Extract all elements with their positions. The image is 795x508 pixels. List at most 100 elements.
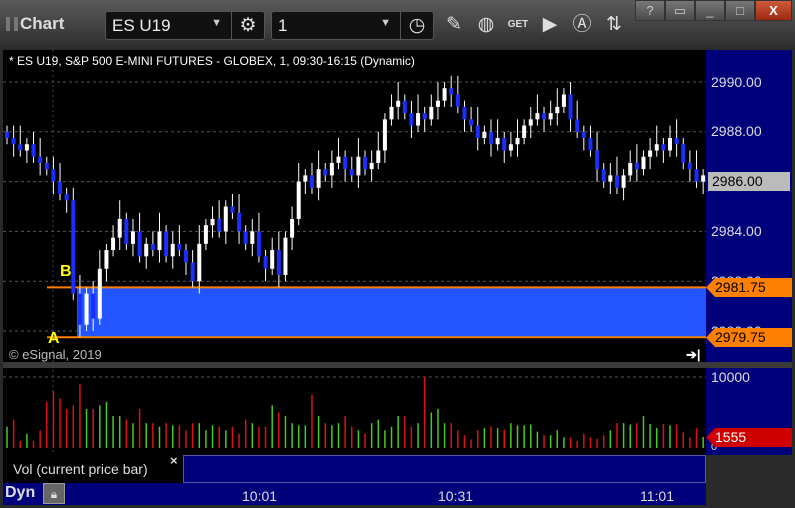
candle-body: [130, 231, 135, 244]
candle-body: [51, 169, 56, 182]
candle-body: [475, 125, 480, 139]
volume-label: 10000: [711, 369, 750, 385]
candle-body: [290, 218, 295, 238]
candle-body: [336, 156, 341, 163]
candle-body: [396, 100, 401, 107]
candle-body: [422, 113, 427, 120]
candle-body: [674, 138, 679, 145]
candle-body: [522, 125, 527, 139]
candle-body: [555, 106, 560, 114]
candle-body: [588, 138, 593, 151]
candle-body: [5, 131, 9, 139]
candle-body: [601, 169, 606, 182]
candle-body: [24, 144, 29, 151]
candle-body: [442, 88, 447, 101]
candle-body: [648, 150, 653, 157]
candle-body: [595, 150, 600, 170]
candle-body: [170, 243, 175, 257]
candle-body: [614, 175, 619, 188]
price-label: 2990.00: [711, 74, 762, 90]
marker-b: B: [60, 263, 72, 280]
candle-body: [58, 181, 63, 195]
candle-body: [621, 175, 626, 188]
candle-body: [237, 212, 242, 232]
time-label: 10:31: [438, 488, 474, 504]
candle-body: [508, 144, 513, 151]
candle-body: [694, 169, 699, 182]
candle-body: [654, 144, 659, 151]
candle-body: [144, 243, 149, 257]
candle-body: [11, 138, 16, 145]
candle-body: [329, 162, 334, 176]
candle-body: [641, 156, 646, 170]
candle-body: [548, 113, 553, 120]
candle-body: [628, 162, 633, 176]
time-label: 11:01: [640, 488, 674, 504]
candle-body: [462, 106, 467, 120]
candle-body: [575, 119, 580, 132]
candle-body: [661, 144, 666, 151]
candle-body: [137, 231, 142, 257]
candle-body: [184, 250, 189, 263]
zone-low-tag: 2979.75: [706, 328, 792, 347]
candle-body: [250, 231, 255, 244]
candle-body: [568, 94, 573, 120]
lock-icon[interactable]: 🔒︎: [43, 483, 65, 504]
close-study-icon[interactable]: ×: [170, 453, 178, 468]
candle-body: [150, 243, 155, 251]
price-label: 2988.00: [711, 123, 762, 139]
candle-body: [323, 169, 328, 176]
scroll-to-end-icon[interactable]: ➔|: [686, 347, 701, 363]
candle-body: [316, 169, 321, 188]
candle-body: [210, 218, 215, 226]
candle-body: [488, 131, 493, 145]
chart-info: * ES U19, S&P 500 E-MINI FUTURES - GLOBE…: [9, 54, 415, 68]
candle-body: [276, 250, 281, 275]
candle-body: [263, 256, 268, 269]
candle-body: [111, 237, 116, 251]
candle-body: [217, 218, 222, 232]
candle-body: [91, 293, 96, 319]
candle-body: [535, 113, 540, 120]
candle-body: [634, 162, 639, 170]
candle-body: [608, 175, 613, 182]
candle-body: [668, 138, 672, 151]
candle-body: [561, 94, 566, 107]
candle-body: [416, 113, 421, 126]
time-label: 10:01: [242, 488, 278, 504]
candle-body: [270, 250, 275, 269]
candle-body: [429, 106, 434, 120]
candle-body: [376, 150, 381, 163]
candle-body: [402, 100, 407, 114]
candle-body: [38, 156, 43, 163]
candle-body: [389, 106, 394, 120]
candle-body: [177, 243, 182, 251]
candle-body: [117, 218, 122, 238]
zone-high-tag: 2981.75: [706, 278, 792, 297]
last-volume-tag: 1555: [706, 428, 792, 447]
candle-body: [283, 237, 288, 275]
chart-svg: [3, 50, 706, 461]
candle-body: [230, 206, 235, 213]
candle-body: [243, 231, 248, 244]
last-price-tag: 2986.00: [708, 172, 790, 191]
candle-body: [349, 169, 354, 176]
study-legend: Vol (current price bar): [3, 455, 183, 483]
candle-body: [542, 113, 547, 120]
candle-body: [435, 100, 440, 107]
candle-body: [581, 131, 586, 139]
candle-body: [469, 119, 474, 126]
study-label: Vol (current price bar): [13, 461, 148, 477]
candle-body: [124, 218, 129, 244]
bottom-bar: [3, 483, 706, 505]
candle-body: [223, 206, 228, 232]
candle-body: [309, 175, 314, 188]
candle-body: [528, 119, 533, 126]
candle-body: [64, 194, 69, 201]
candle-body: [256, 231, 261, 257]
candle-body: [356, 156, 361, 176]
study-bar: [183, 455, 706, 483]
candle-body: [77, 293, 82, 325]
candle-body: [296, 181, 301, 219]
candle-body: [701, 175, 706, 182]
